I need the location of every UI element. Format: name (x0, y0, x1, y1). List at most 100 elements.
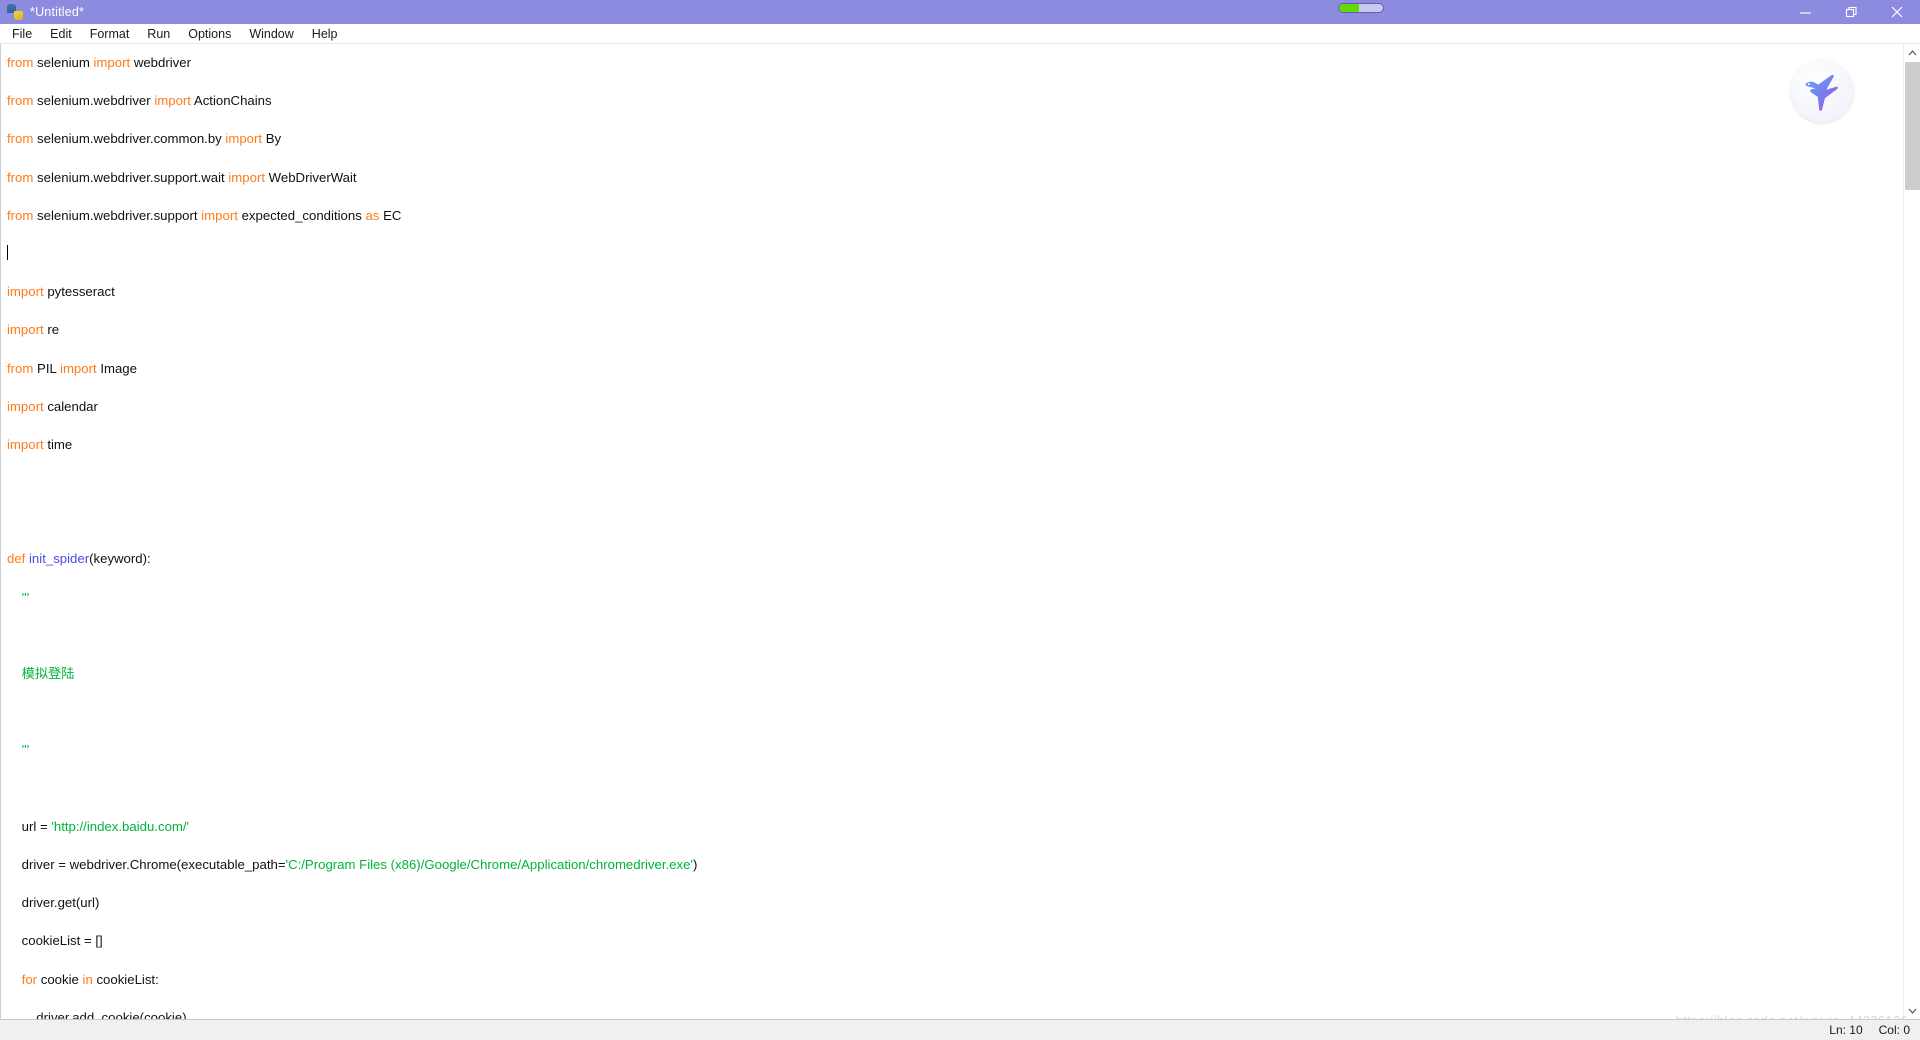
code-line: driver.add_cookie(cookie) (1, 999, 1920, 1019)
code-line: from selenium.webdriver.support import e… (1, 197, 1920, 235)
code-token: import (154, 93, 194, 109)
code-line: from PIL import Image (1, 350, 1920, 388)
code-token: url = (7, 818, 52, 834)
code-token: expected_conditions (241, 207, 366, 223)
code-token: EC (383, 207, 402, 223)
title-progress-fill (1339, 4, 1360, 12)
vertical-scrollbar[interactable] (1903, 44, 1920, 1019)
status-column-number: Col: 0 (1878, 1023, 1910, 1037)
code-token: cookie (40, 971, 83, 987)
code-token: from (7, 131, 38, 147)
code-token: in (82, 971, 97, 987)
code-token: ''' (7, 589, 30, 605)
code-line: import time (1, 426, 1920, 464)
menu-item-window[interactable]: Window (240, 25, 302, 43)
code-token: pytesseract (47, 284, 115, 300)
code-token: selenium (37, 55, 94, 70)
code-line: import calendar (1, 388, 1920, 426)
close-button[interactable] (1874, 0, 1920, 24)
code-token: selenium.webdriver (37, 93, 155, 109)
hummingbird-logo (1791, 60, 1853, 122)
code-token: cookieList = [] (7, 933, 103, 949)
code-line: def init_spider(keyword): (1, 540, 1920, 578)
code-token: 模拟登陆 (7, 666, 75, 681)
code-line: from selenium.webdriver import ActionCha… (1, 82, 1920, 120)
code-token: re (47, 322, 60, 338)
minimize-button[interactable] (1782, 0, 1828, 24)
code-token: ) (692, 856, 698, 872)
code-line: from selenium import webdriver (1, 44, 1920, 82)
code-token: import (201, 207, 242, 223)
code-token: (keyword): (89, 551, 151, 567)
code-line: ''' (1, 579, 1920, 617)
code-token: import (7, 284, 48, 300)
code-token: from (7, 169, 38, 185)
code-token: from (7, 360, 38, 376)
code-token: import (60, 360, 101, 376)
menu-item-options[interactable]: Options (179, 25, 240, 43)
code-token: import (7, 436, 48, 452)
window-controls (1782, 0, 1920, 24)
code-token: import (93, 55, 134, 70)
code-token: import (7, 322, 48, 338)
chevron-down-icon[interactable] (1904, 1002, 1920, 1019)
code-token: WebDriverWait (268, 169, 357, 185)
code-token: from (7, 55, 38, 70)
status-bar: Ln: 10 Col: 0 (0, 1019, 1920, 1040)
code-line: url = 'http://index.baidu.com/' (1, 808, 1920, 846)
code-token: Image (100, 360, 137, 376)
code-token: import (7, 398, 48, 414)
code-token: for (21, 971, 41, 987)
code-token: 'http://index.baidu.com/' (51, 818, 190, 834)
code-line: import pytesseract (1, 273, 1920, 311)
window-title: *Untitled* (30, 5, 85, 19)
code-token: selenium.webdriver.common.by (37, 131, 226, 147)
code-token: selenium.webdriver.support.wait (37, 169, 229, 185)
menu-bar: File Edit Format Run Options Window Help (0, 24, 1920, 44)
code-token: driver = webdriver.Chrome(executable_pat… (7, 856, 286, 872)
code-line: driver = webdriver.Chrome(executable_pat… (1, 846, 1920, 884)
code-line: 模拟登陆 (1, 655, 1920, 693)
code-line: import re (1, 311, 1920, 349)
menu-item-help[interactable]: Help (303, 25, 347, 43)
python-idle-icon (7, 4, 23, 20)
code-token: calendar (47, 398, 98, 414)
code-token: as (365, 207, 384, 223)
code-token: ''' (7, 742, 30, 758)
menu-item-file[interactable]: File (3, 25, 41, 43)
code-token: driver.add_cookie(cookie) (7, 1009, 187, 1019)
code-token: from (7, 207, 38, 223)
menu-item-format[interactable]: Format (81, 25, 139, 43)
code-token: cookieList: (96, 971, 159, 987)
chevron-up-icon[interactable] (1904, 44, 1920, 61)
menu-item-run[interactable]: Run (138, 25, 179, 43)
code-token: init_spider (29, 551, 90, 567)
code-token: def (7, 551, 29, 567)
code-token: import (225, 131, 266, 147)
code-token: By (265, 131, 282, 147)
code-line: ''' (1, 731, 1920, 769)
code-text-area[interactable]: from selenium import webdriver from selen… (1, 44, 1920, 1019)
title-progress-indicator (1338, 3, 1384, 13)
code-token: PIL (37, 360, 61, 376)
menu-item-edit[interactable]: Edit (41, 25, 81, 43)
code-line: from selenium.webdriver.support.wait imp… (1, 159, 1920, 197)
code-token: import (228, 169, 269, 185)
code-token: ActionChains (193, 93, 272, 109)
code-line: cookieList = [] (1, 922, 1920, 960)
code-token: selenium.webdriver.support (37, 207, 202, 223)
code-line: from selenium.webdriver.common.by import… (1, 120, 1920, 158)
scrollbar-thumb[interactable] (1905, 62, 1920, 190)
maximize-button[interactable] (1828, 0, 1874, 24)
code-token: 'C:/Program Files (x86)/Google/Chrome/Ap… (285, 856, 693, 872)
title-bar[interactable]: *Untitled* (0, 0, 1920, 24)
code-token: webdriver (133, 55, 191, 70)
code-token: driver.get(url) (7, 895, 100, 911)
code-editor[interactable]: from selenium import webdriver from selen… (0, 44, 1920, 1019)
code-line: driver.get(url) (1, 884, 1920, 922)
